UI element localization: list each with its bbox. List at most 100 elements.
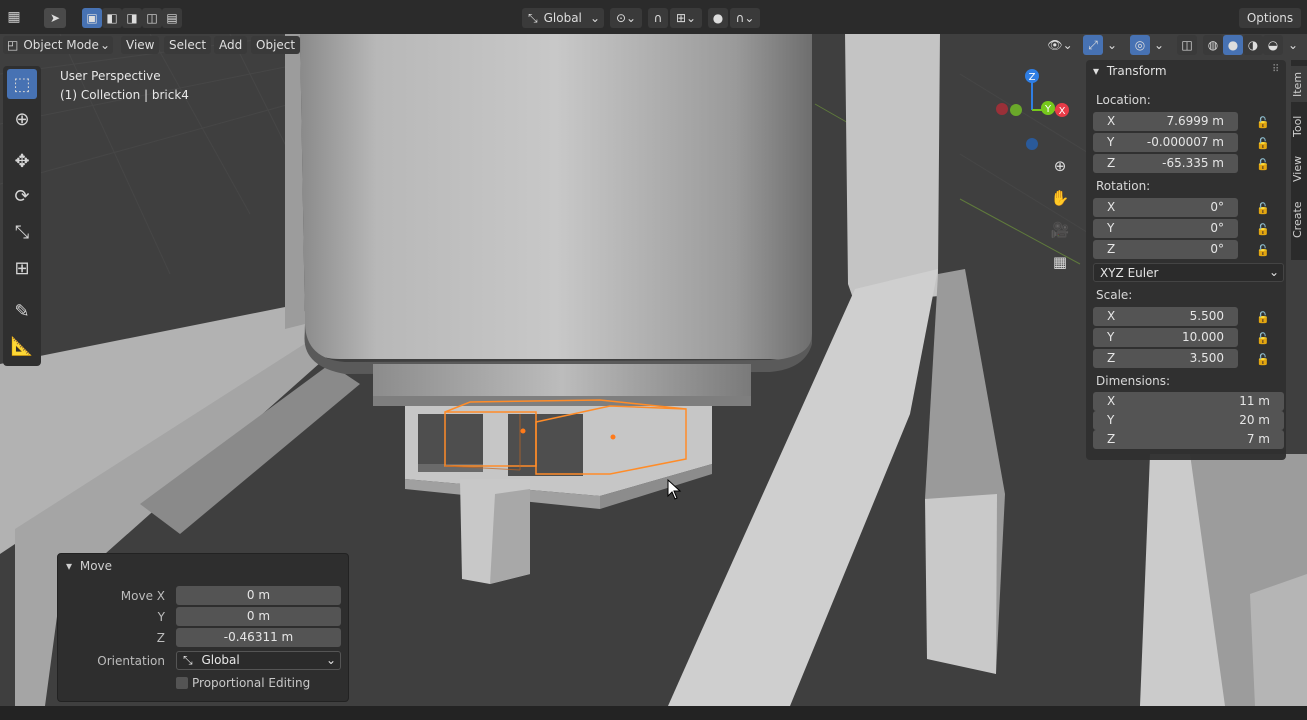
rotate-icon: ⟳ [14, 185, 30, 207]
snap-grid-icon: ⊞⌄ [675, 11, 697, 25]
lock-icon[interactable]: 🔓 [1256, 158, 1270, 171]
move-x-label: Move X [120, 589, 165, 603]
lock-icon[interactable]: 🔓 [1256, 202, 1270, 215]
menu-object[interactable]: Object [251, 36, 301, 54]
eye-icon: 👁⌄ [1047, 38, 1073, 52]
falloff-icon: ∩⌄ [735, 11, 755, 25]
lock-icon[interactable]: 🔓 [1256, 116, 1270, 129]
move-y-field[interactable]: 0 m [176, 607, 341, 626]
select-mode-invert[interactable]: ◫ [142, 8, 162, 28]
chevron-down-icon: ⌄ [1106, 38, 1118, 52]
dimensions-x-field[interactable]: X 11 m [1093, 392, 1284, 411]
chevron-down-icon: ⌄ [589, 11, 600, 25]
drag-handle-icon[interactable]: ⠿ [1272, 64, 1279, 75]
tool-annotate[interactable]: ✎ [7, 296, 37, 326]
camera-icon[interactable]: 🎥 [1048, 218, 1072, 242]
location-y-field[interactable]: Y -0.000007 m [1093, 133, 1238, 152]
scale-z-field[interactable]: Z 3.500 [1093, 349, 1238, 368]
orientation-dropdown[interactable]: ⤡ Global ⌄ [176, 651, 341, 670]
scale-z-value: 3.500 [1189, 351, 1224, 365]
overlay-icon: ◎ [1134, 38, 1146, 52]
location-label: Location: [1096, 93, 1151, 107]
editor-type-icon[interactable]: ▦ [5, 8, 23, 26]
hand-icon[interactable]: ✋ [1048, 186, 1072, 210]
gizmo-neg-z[interactable] [1026, 138, 1038, 150]
menu-view[interactable]: View [121, 36, 160, 54]
proportional-toggle[interactable]: ● [708, 8, 728, 28]
menu-add[interactable]: Add [214, 36, 248, 54]
proportional-label: Proportional Editing [192, 676, 311, 690]
snap-target-dropdown[interactable]: ⊞⌄ [670, 8, 702, 28]
menu-select[interactable]: Select [164, 36, 212, 54]
move-panel-header[interactable]: ▾ Move [66, 559, 112, 573]
tool-select-box[interactable]: ⬚ [7, 69, 37, 99]
scale-x-field[interactable]: X 5.500 [1093, 307, 1238, 326]
rotation-mode-dropdown[interactable]: XYZ Euler ⌄ [1093, 263, 1284, 282]
options-dropdown[interactable]: Options [1239, 8, 1301, 28]
scale-y-field[interactable]: Y 10.000 [1093, 328, 1238, 347]
dimensions-y-field[interactable]: Y 20 m [1093, 411, 1284, 430]
magnet-icon: ∩ [653, 11, 663, 25]
transform-header[interactable]: ▾ Transform [1093, 64, 1167, 78]
xray-toggle[interactable]: ◫ [1177, 35, 1197, 55]
select-tool-button[interactable]: ➤ [44, 8, 66, 28]
lock-icon[interactable]: 🔓 [1256, 311, 1270, 324]
pivot-dropdown[interactable]: ⊙⌄ [610, 8, 642, 28]
falloff-dropdown[interactable]: ∩⌄ [730, 8, 760, 28]
tool-transform[interactable]: ⊞ [7, 253, 37, 283]
move-icon: ✥ [14, 150, 30, 172]
tool-move[interactable]: ✥ [7, 146, 37, 176]
lock-icon[interactable]: 🔓 [1256, 137, 1270, 150]
lock-icon[interactable]: 🔓 [1256, 353, 1270, 366]
shading-material[interactable]: ◑ [1243, 35, 1263, 55]
location-x-field[interactable]: X 7.6999 m [1093, 112, 1238, 131]
transform-panel: ▾ Transform ⠿ Location: X 7.6999 m Y -0.00… [1086, 60, 1286, 460]
shading-solid[interactable]: ● [1223, 35, 1243, 55]
shading-dropdown[interactable]: ⌄ [1285, 35, 1301, 55]
select-mode-new[interactable]: ▣ [82, 8, 102, 28]
tool-rotate[interactable]: ⟳ [7, 181, 37, 211]
rotation-z-field[interactable]: Z 0° [1093, 240, 1238, 259]
overlay-dropdown[interactable]: ⌄ [1151, 35, 1167, 55]
orientation-dropdown[interactable]: ⤡ Global ⌄ [522, 8, 604, 28]
scale-y-value: 10.000 [1182, 330, 1224, 344]
mode-dropdown[interactable]: ◰ Object Mode ⌄ [3, 36, 113, 54]
gizmo-toggle[interactable]: ⤢ [1083, 35, 1103, 55]
shading-wireframe[interactable]: ◍ [1203, 35, 1223, 55]
lock-icon[interactable]: 🔓 [1256, 223, 1270, 236]
location-z-field[interactable]: Z -65.335 m [1093, 154, 1238, 173]
move-operator-panel: ▾ Move Move X 0 m Y 0 m Z -0.46311 m Ori… [57, 553, 349, 702]
shading-rendered[interactable]: ◒ [1263, 35, 1283, 55]
gizmo-neg-x[interactable] [996, 103, 1008, 115]
lock-icon[interactable]: 🔓 [1256, 332, 1270, 345]
proportional-checkbox[interactable] [176, 677, 188, 689]
snap-toggle[interactable]: ∩ [648, 8, 668, 28]
tool-measure[interactable]: 📐 [7, 331, 37, 361]
axis-label: X [1107, 309, 1116, 323]
grid-icon[interactable]: ▦ [1048, 250, 1072, 274]
select-mode-subtract[interactable]: ◨ [122, 8, 142, 28]
move-x-field[interactable]: 0 m [176, 586, 341, 605]
tab-view[interactable]: View [1291, 152, 1307, 186]
gizmo-dropdown[interactable]: ⌄ [1104, 35, 1120, 55]
tab-item[interactable]: Item [1291, 66, 1307, 102]
navigation-gizmo[interactable]: Z X Y [990, 62, 1080, 152]
zoom-icon[interactable]: ⊕ [1048, 154, 1072, 178]
rotation-y-field[interactable]: Y 0° [1093, 219, 1238, 238]
dimensions-z-field[interactable]: Z 7 m [1093, 430, 1284, 449]
tab-create[interactable]: Create [1291, 196, 1307, 244]
lock-icon[interactable]: 🔓 [1256, 244, 1270, 257]
gizmo-icon: ⤢ [1088, 37, 1098, 52]
rotation-x-field[interactable]: X 0° [1093, 198, 1238, 217]
tool-scale[interactable]: ⤡ [7, 217, 37, 247]
tool-cursor[interactable]: ⊕ [7, 104, 37, 134]
overlay-toggle[interactable]: ◎ [1130, 35, 1150, 55]
move-z-field[interactable]: -0.46311 m [176, 628, 341, 647]
dimensions-z-value: 7 m [1246, 432, 1270, 446]
visibility-dropdown[interactable]: 👁⌄ [1044, 35, 1076, 55]
tab-tool[interactable]: Tool [1291, 110, 1307, 142]
select-mode-intersect[interactable]: ▤ [162, 8, 182, 28]
collection-label: (1) Collection | brick4 [60, 88, 189, 102]
gizmo-neg-y[interactable] [1010, 104, 1022, 116]
select-mode-extend[interactable]: ◧ [102, 8, 122, 28]
